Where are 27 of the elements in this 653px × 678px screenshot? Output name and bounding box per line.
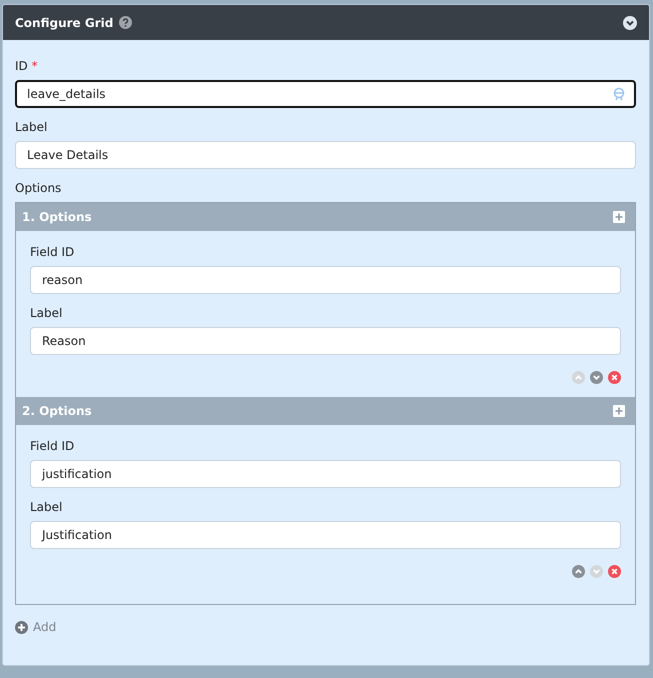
text-field[interactable]: reason <box>30 266 621 294</box>
help-icon[interactable] <box>119 16 132 29</box>
plus-icon[interactable] <box>613 211 625 223</box>
field-label: ID <box>15 59 28 73</box>
field-label: Field ID <box>30 245 74 259</box>
option-title: 2. Options <box>22 404 92 418</box>
text-field[interactable]: Justification <box>30 521 621 549</box>
move-up-icon[interactable] <box>572 565 585 578</box>
remove-icon[interactable] <box>608 565 621 578</box>
autofill-icon[interactable] <box>612 87 626 101</box>
field-label: Label <box>15 120 48 134</box>
section-label: Options <box>15 181 62 195</box>
required-mark: * <box>32 59 38 73</box>
panel-title: Configure Grid <box>15 16 114 30</box>
id-field[interactable]: leave_details <box>15 80 636 108</box>
move-down-icon[interactable] <box>590 371 603 384</box>
field-label: Field ID <box>30 439 74 453</box>
plus-icon[interactable] <box>613 405 625 417</box>
text-field[interactable]: justification <box>30 460 621 488</box>
field-label: Label <box>30 500 62 514</box>
text-field[interactable]: Reason <box>30 327 621 355</box>
option-title: 1. Options <box>22 210 92 224</box>
remove-icon[interactable] <box>608 371 621 384</box>
field-label: Label <box>30 306 62 320</box>
label-field[interactable]: Leave Details <box>15 141 636 169</box>
add-icon <box>15 620 28 634</box>
collapse-icon[interactable] <box>623 16 637 30</box>
